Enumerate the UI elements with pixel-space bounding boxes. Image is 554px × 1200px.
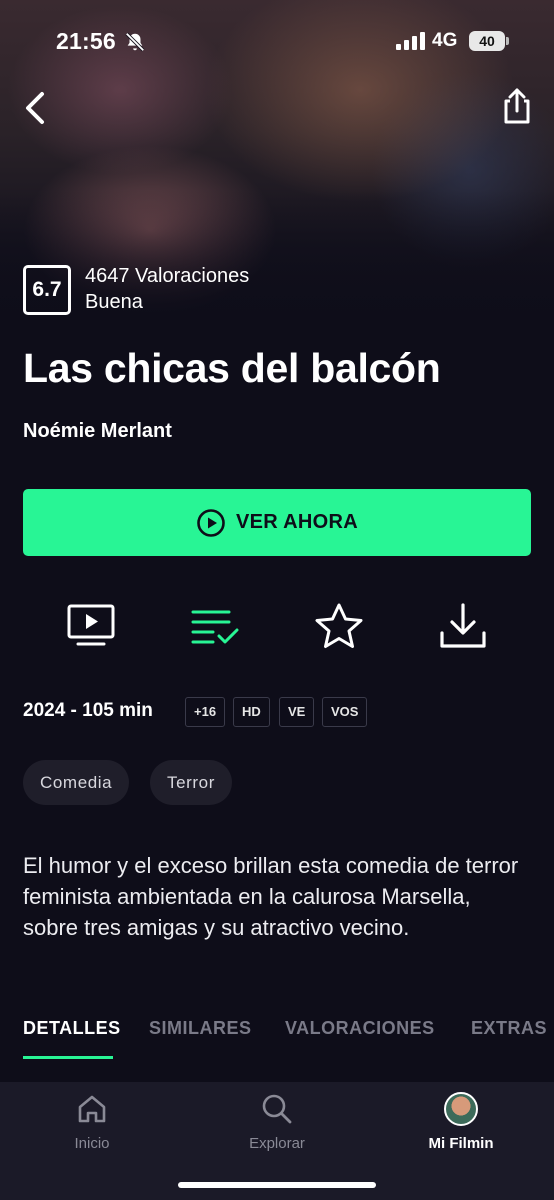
genre-chip-comedia[interactable]: Comedia [23, 760, 130, 805]
language-badge: VE [279, 697, 315, 727]
genre-chip-terror[interactable]: Terror [150, 760, 232, 805]
share-icon [504, 88, 530, 124]
nav-inicio[interactable]: Inicio [32, 1092, 152, 1152]
home-indicator [178, 1182, 376, 1188]
search-icon [262, 1094, 292, 1124]
tab-extras[interactable]: EXTRAS [471, 1018, 547, 1039]
watch-now-button[interactable]: VER AHORA [23, 489, 531, 556]
active-tab-indicator [23, 1056, 113, 1059]
avatar [444, 1092, 478, 1126]
tab-detalles[interactable]: DETALLES [23, 1018, 121, 1039]
tab-similares[interactable]: SIMILARES [149, 1018, 252, 1039]
age-rating-badge: +16 [185, 697, 226, 727]
battery-indicator: 40 [469, 31, 509, 51]
favorite-button[interactable] [311, 598, 367, 654]
synopsis: El humor y el exceso brillan esta comedi… [23, 853, 519, 940]
star-icon [315, 603, 363, 648]
nav-explorar[interactable]: Explorar [217, 1092, 337, 1152]
download-button[interactable] [435, 598, 491, 654]
tv-play-icon [67, 604, 115, 646]
movie-title: Las chicas del balcón [23, 345, 441, 391]
status-time: 21:56 [56, 28, 116, 54]
share-button[interactable] [498, 86, 536, 126]
status-bar: 21:56 4G 40 [0, 28, 554, 58]
chevron-left-icon [26, 92, 44, 124]
ratings-count: 4647 Valoraciones [85, 265, 250, 287]
subtitles-badge: VOS [322, 697, 368, 727]
network-type: 4G [432, 30, 458, 51]
rating-label: Buena [85, 291, 143, 313]
back-button[interactable] [18, 88, 54, 128]
watch-now-label: VER AHORA [236, 511, 358, 533]
year-duration: 2024 - 105 min [23, 700, 153, 721]
rating-score: 6.7 [23, 265, 71, 315]
trailer-button[interactable] [63, 598, 119, 654]
director-link[interactable]: Noémie Merlant [23, 420, 172, 443]
watchlist-button[interactable] [187, 598, 243, 654]
quality-badge: HD [233, 697, 270, 727]
download-icon [440, 603, 486, 648]
list-check-icon [191, 610, 239, 644]
signal-icon [396, 32, 425, 50]
nav-explorar-label: Explorar [249, 1135, 305, 1152]
nav-mi-filmin-label: Mi Filmin [428, 1135, 494, 1152]
nav-mi-filmin[interactable]: Mi Filmin [401, 1092, 521, 1152]
detail-tabs: DETALLES SIMILARES VALORACIONES EXTRAS [0, 1018, 554, 1060]
home-icon [78, 1095, 106, 1123]
play-circle-icon [197, 508, 225, 537]
bell-muted-icon [125, 32, 145, 52]
nav-inicio-label: Inicio [74, 1135, 110, 1152]
tab-valoraciones[interactable]: VALORACIONES [285, 1018, 435, 1039]
